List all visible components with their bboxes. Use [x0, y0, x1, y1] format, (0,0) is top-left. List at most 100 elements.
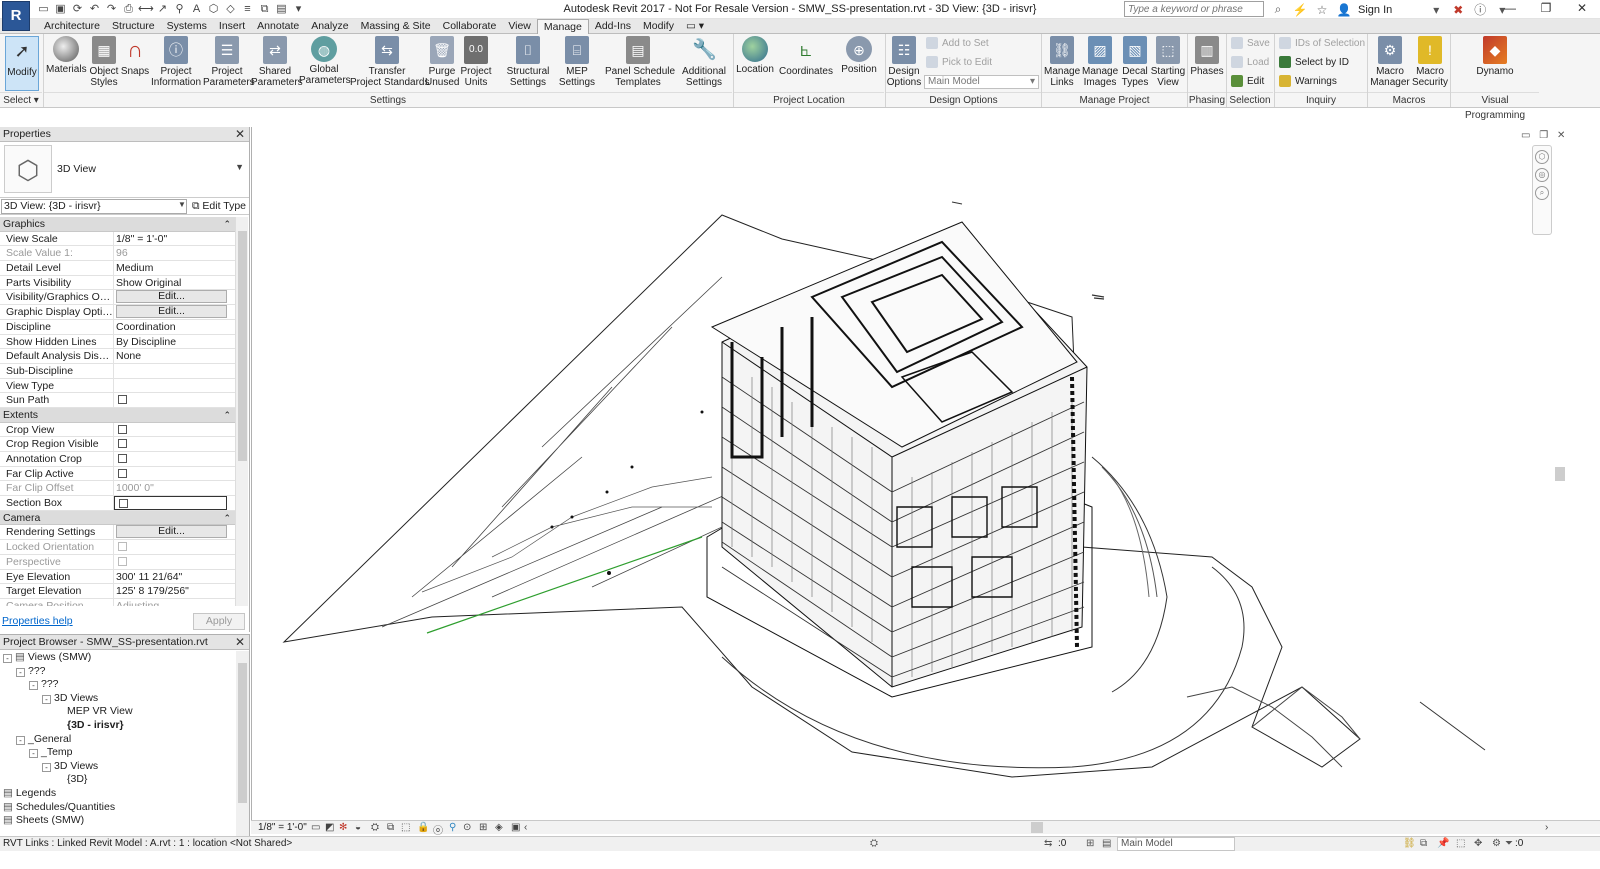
canvas-vertical-scrollbar[interactable]: [1553, 145, 1565, 820]
phases-tool[interactable]: ▥ Phases: [1190, 36, 1224, 77]
property-value[interactable]: [114, 437, 227, 451]
instance-filter-select[interactable]: 3D View: {3D - irisvr}: [1, 199, 187, 214]
warnings-button[interactable]: Warnings: [1279, 74, 1337, 89]
zoom-icon[interactable]: ⌕: [1535, 186, 1549, 200]
decal-types-tool[interactable]: ▧ Decal Types: [1120, 36, 1150, 88]
property-value[interactable]: [114, 423, 227, 437]
edit-type-button[interactable]: ⧉ Edit Type: [192, 199, 246, 214]
snaps-tool[interactable]: ∩ Snaps: [120, 36, 150, 77]
tab-systems[interactable]: Systems: [161, 19, 213, 34]
ids-of-selection-button[interactable]: IDs of Selection: [1279, 36, 1365, 51]
filter-icon[interactable]: ⏷: [1505, 838, 1513, 849]
property-value[interactable]: [114, 467, 227, 481]
property-value[interactable]: Edit...: [114, 305, 227, 319]
binoculars-icon[interactable]: ⌕: [1270, 2, 1286, 17]
scrollbar-thumb[interactable]: [1031, 822, 1043, 833]
scrollbar-thumb[interactable]: [1555, 467, 1565, 481]
minimize-icon[interactable]: —: [1492, 0, 1528, 19]
property-checkbox[interactable]: [118, 439, 127, 449]
tab-annotate[interactable]: Annotate: [251, 19, 305, 34]
ribbon-minimize-toggle[interactable]: ▭ ▾: [680, 19, 710, 34]
worksharing-icon[interactable]: ⊙: [463, 822, 471, 833]
tab-view[interactable]: View: [502, 19, 537, 34]
property-value[interactable]: [114, 379, 227, 393]
edit-button[interactable]: Edit...: [116, 305, 227, 319]
tab-add-ins[interactable]: Add-Ins: [589, 19, 637, 34]
browser-scrollbar[interactable]: [236, 651, 249, 851]
browser-node[interactable]: {3D}: [0, 773, 235, 787]
exclude-options-icon[interactable]: ▤: [1102, 838, 1111, 849]
edit-button[interactable]: Edit...: [116, 290, 227, 304]
favorites-star-icon[interactable]: ☆: [1314, 3, 1330, 17]
macro-manager-tool[interactable]: ⚙ Macro Manager: [1370, 36, 1410, 88]
design-options-status-icon[interactable]: ⊞: [1086, 838, 1094, 849]
tab-architecture[interactable]: Architecture: [38, 19, 106, 34]
browser-node[interactable]: ▤ Sheets (SMW): [0, 814, 235, 828]
dimension-icon[interactable]: ↗: [155, 2, 170, 17]
modify-tool[interactable]: ➚ Modify: [5, 36, 39, 91]
active-design-option-select[interactable]: Main Model ▾: [924, 75, 1039, 89]
editing-requests-icon[interactable]: ⇆: [1044, 838, 1052, 849]
drawing-area[interactable]: [251, 127, 1600, 820]
default-3d-icon[interactable]: ⬡: [206, 2, 221, 17]
browser-node[interactable]: -???: [0, 678, 235, 692]
sign-in-link[interactable]: Sign In: [1358, 4, 1392, 16]
sun-path-icon[interactable]: ✻: [339, 822, 347, 833]
collapse-icon[interactable]: ⌃: [223, 511, 231, 526]
additional-settings-tool[interactable]: 🔧 Additional Settings: [680, 36, 728, 88]
property-value[interactable]: [114, 393, 227, 407]
property-value[interactable]: Show Original: [114, 276, 227, 290]
lock-view-icon[interactable]: 🔒: [417, 822, 429, 833]
chevron-down-icon[interactable]: ▼: [235, 162, 244, 172]
switch-windows-icon[interactable]: ▤: [274, 2, 289, 17]
property-value[interactable]: Edit...: [114, 525, 227, 539]
browser-node[interactable]: - _General: [0, 733, 235, 747]
show-crop-icon[interactable]: ⬚: [401, 822, 410, 833]
browser-node[interactable]: ▤ Legends: [0, 787, 235, 801]
print-icon[interactable]: ⎙: [121, 2, 136, 17]
property-checkbox[interactable]: [118, 468, 127, 478]
thin-lines-icon[interactable]: ≡: [240, 2, 255, 17]
select-by-id-button[interactable]: Select by ID: [1279, 55, 1349, 70]
property-checkbox[interactable]: [118, 454, 127, 463]
worksets-icon[interactable]: ⛭: [870, 838, 878, 849]
shadows-icon[interactable]: ◒: [355, 822, 361, 833]
view-scale-selector[interactable]: 1/8" = 1'-0": [258, 822, 307, 833]
design-options-tool[interactable]: ☷ Design Options: [886, 36, 922, 88]
reveal-hidden-icon[interactable]: ⚲: [449, 822, 456, 833]
tab-modify[interactable]: Modify: [637, 19, 680, 34]
restore-icon[interactable]: ❐: [1528, 0, 1564, 19]
project-information-tool[interactable]: ⓘ Project Information: [150, 36, 202, 88]
property-value[interactable]: [114, 452, 227, 466]
subscription-icon[interactable]: ⚡: [1292, 3, 1308, 17]
scrollbar-thumb[interactable]: [238, 663, 247, 803]
redo-icon[interactable]: ↷: [104, 2, 119, 17]
tab-collaborate[interactable]: Collaborate: [437, 19, 503, 34]
tree-toggle-icon[interactable]: -: [3, 654, 12, 663]
object-styles-tool[interactable]: ▦ Object Styles: [87, 36, 121, 88]
steering-wheel-icon[interactable]: ◎: [1535, 168, 1549, 182]
browser-node[interactable]: - ▤ Views (SMW): [0, 651, 235, 665]
scroll-right-icon[interactable]: ›: [1545, 822, 1548, 833]
detail-level-icon[interactable]: ▭: [311, 822, 320, 833]
load-selection-button[interactable]: Load: [1231, 55, 1269, 70]
collapse-icon[interactable]: ⌃: [223, 217, 231, 232]
property-value[interactable]: [114, 496, 227, 510]
global-parameters-tool[interactable]: ◍ Global Parameters: [299, 36, 351, 86]
text-icon[interactable]: A: [189, 2, 204, 17]
undo-icon[interactable]: ↶: [87, 2, 102, 17]
view-window-controls[interactable]: ▭ ❐ ✕: [1521, 130, 1568, 141]
save-icon[interactable]: ▣: [53, 2, 68, 17]
property-value[interactable]: Medium: [114, 261, 227, 275]
temporary-hide-icon[interactable]: ⓞ: [433, 822, 443, 837]
tree-toggle-icon[interactable]: -: [16, 667, 25, 677]
panel-schedule-templates-tool[interactable]: ▤ Panel Schedule Templates: [605, 36, 675, 88]
transfer-project-standards-tool[interactable]: ⇆ Transfer Project Standards: [350, 36, 430, 88]
property-value[interactable]: [114, 364, 227, 378]
materials-tool[interactable]: Materials: [46, 36, 87, 75]
tab-analyze[interactable]: Analyze: [305, 19, 354, 34]
property-group-header[interactable]: Camera ⌃: [0, 510, 235, 526]
tree-toggle-icon[interactable]: -: [42, 694, 51, 704]
select-pinned-icon[interactable]: 📌: [1437, 838, 1449, 849]
properties-help-link[interactable]: Properties help: [2, 615, 73, 627]
